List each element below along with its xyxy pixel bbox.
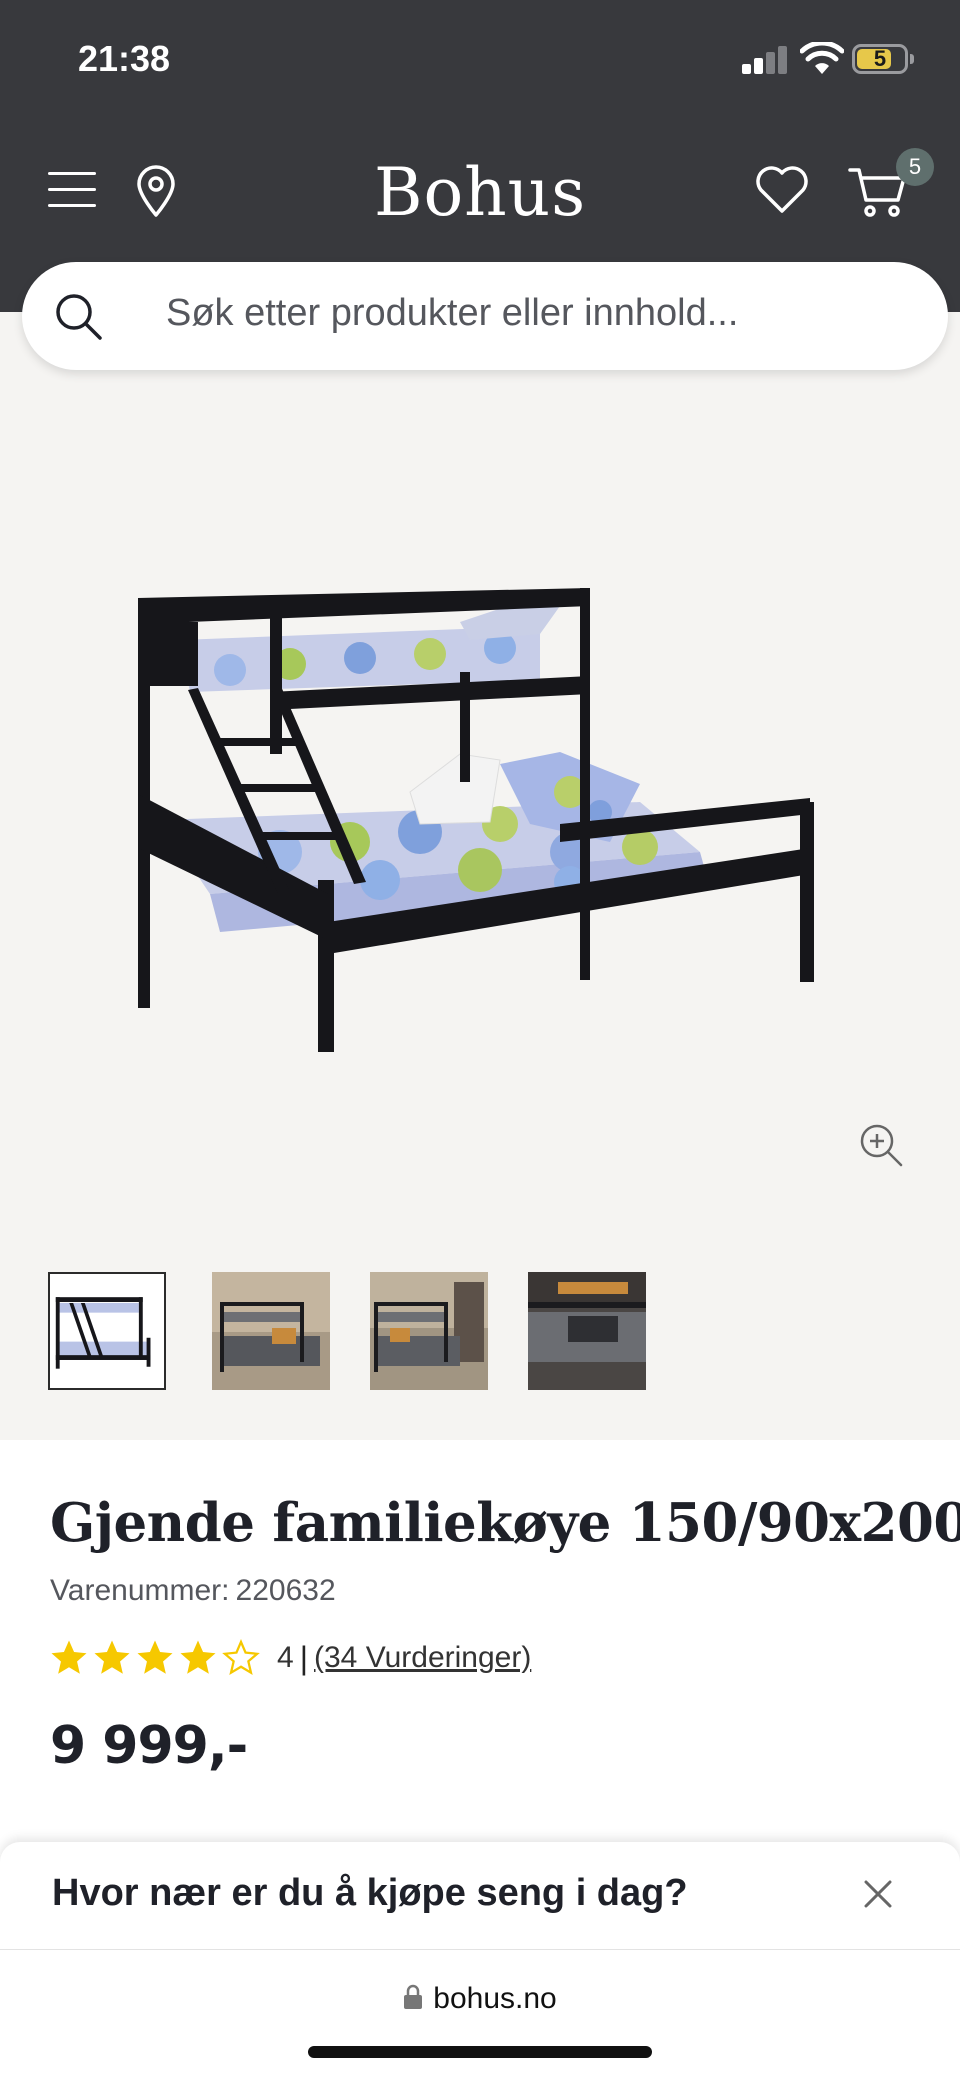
sku-value: 220632 [235,1574,336,1607]
cart-count-badge[interactable]: 5 [896,148,934,186]
product-title: Gjende familiekøye 150/90x200 [50,1492,960,1554]
battery-level: 5 [873,46,887,71]
product-main-image[interactable] [120,502,840,1062]
search-bar[interactable]: Søk etter produkter eller innhold... [22,262,948,370]
location-pin-icon[interactable] [134,164,178,218]
wifi-icon [800,42,844,74]
product-sku: Varenummer: 220632 [50,1574,336,1608]
rating-value: 4 [277,1641,294,1674]
sku-label: Varenummer: [50,1574,230,1607]
product-gallery [0,312,960,1440]
status-bar: 21:38 5 [0,0,960,120]
star-filled-icon [137,1640,173,1674]
thumbnail-image [370,1272,488,1390]
thumbnail-3[interactable] [370,1272,488,1390]
lock-icon [404,1984,423,2009]
battery-tip [910,54,914,64]
star-empty-icon [222,1638,260,1676]
browser-toolbar: bohus.no [0,1950,960,2078]
thumbnail-strip [48,1272,748,1392]
product-rating: 4 | (34 Vurderinger) [48,1636,531,1680]
thumbnail-1[interactable] [48,1272,166,1390]
product-info: Gjende familiekøye 150/90x200 Varenummer… [0,1440,960,1840]
url-text: bohus.no [433,1982,557,2015]
status-time: 21:38 [78,38,171,79]
heart-icon[interactable] [754,164,810,216]
product-price: 9 999,- [50,1716,248,1776]
rating-separator: | [299,1639,308,1676]
bohus-logo[interactable]: Bohus [340,154,620,231]
close-icon[interactable] [862,1878,894,1910]
thumbnail-2[interactable] [212,1272,330,1390]
search-icon [56,294,102,340]
menu-icon[interactable] [48,170,96,210]
address-bar[interactable]: bohus.no [0,1982,960,2016]
search-input[interactable]: Søk etter produkter eller innhold... [166,292,738,335]
star-filled-icon [94,1640,130,1674]
thumbnail-image [528,1272,646,1390]
battery-icon: 5 [852,44,908,74]
reviews-link[interactable]: (34 Vurderinger) [314,1641,531,1675]
thumbnail-image [50,1274,164,1388]
thumbnail-image [212,1272,330,1390]
star-filled-icon [180,1640,216,1674]
thumbnail-4[interactable] [528,1272,646,1390]
purchase-intent-sheet[interactable]: Hvor nær er du å kjøpe seng i dag? [0,1842,960,1950]
header-nav: Bohus [0,140,960,250]
cellular-signal-icon [742,44,788,74]
home-indicator[interactable] [308,2046,652,2058]
zoom-icon[interactable] [858,1122,904,1168]
star-filled-icon [51,1640,87,1674]
sheet-question: Hvor nær er du å kjøpe seng i dag? [52,1872,688,1914]
